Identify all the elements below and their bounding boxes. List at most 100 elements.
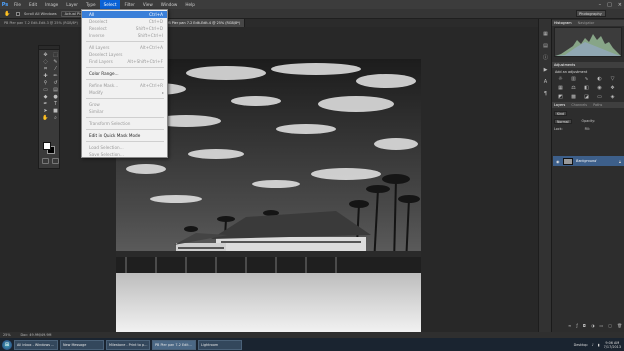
taskbar-item-milestone[interactable]: Milestone - Print to p... xyxy=(106,339,150,350)
properties-panel-icon[interactable]: ▤ xyxy=(542,43,549,50)
info-panel-icon[interactable]: ⓘ xyxy=(542,55,549,62)
menu-item-find-layers[interactable]: Find Layers Alt+Shift+Ctrl+F xyxy=(82,58,167,65)
foreground-color-swatch[interactable] xyxy=(43,142,51,150)
close-icon[interactable]: × xyxy=(618,2,622,8)
link-icon[interactable]: ∞ xyxy=(568,323,571,328)
shape-tool-icon[interactable]: ■ xyxy=(51,108,60,114)
menu-image[interactable]: Image xyxy=(41,0,62,9)
path-selection-tool-icon[interactable]: ➤ xyxy=(41,108,50,114)
desktop-toolbar-label[interactable]: Desktop xyxy=(574,343,588,347)
healing-brush-tool-icon[interactable]: ✚ xyxy=(41,73,50,79)
taskbar-item-photoshop[interactable]: PB Pier pan 7-2 Edit... xyxy=(152,339,196,350)
photo-filter-icon[interactable]: ◉ xyxy=(595,85,604,92)
adjustment-layer-icon[interactable]: ◑ xyxy=(591,323,595,328)
menu-item-grow[interactable]: Grow xyxy=(82,101,167,108)
tab-navigator[interactable]: Navigator xyxy=(578,21,595,25)
volume-icon[interactable]: ♪ xyxy=(592,343,594,347)
eraser-tool-icon[interactable]: ▭ xyxy=(41,87,50,93)
type-tool-icon[interactable]: T xyxy=(51,101,60,107)
menu-item-reselect[interactable]: Reselect Shift+Ctrl+D xyxy=(82,25,167,32)
curves-icon[interactable]: ∿ xyxy=(582,76,591,83)
character-panel-icon[interactable]: A xyxy=(542,79,549,86)
tab-histogram[interactable]: Histogram xyxy=(554,21,572,25)
gradient-map-icon[interactable]: ▭ xyxy=(595,94,604,101)
selective-color-icon[interactable]: ◈ xyxy=(608,94,617,101)
hand-tool-icon[interactable]: ✋ xyxy=(41,115,50,121)
photoshop-logo-icon[interactable]: Ps xyxy=(0,0,10,9)
eyedropper-tool-icon[interactable]: ⁄ xyxy=(51,66,60,72)
menu-item-modify[interactable]: Modify ▸ xyxy=(82,89,167,96)
menu-item-similar[interactable]: Similar xyxy=(82,108,167,115)
folder-icon[interactable]: ▭ xyxy=(599,323,603,328)
menu-file[interactable]: File xyxy=(10,0,25,9)
menu-filter[interactable]: Filter xyxy=(120,0,138,9)
menu-item-deselect-layers[interactable]: Deselect Layers xyxy=(82,51,167,58)
menu-window[interactable]: Window xyxy=(157,0,182,9)
history-panel-icon[interactable]: ▦ xyxy=(542,31,549,38)
lasso-tool-icon[interactable]: ◌ xyxy=(41,59,50,65)
blend-mode-select[interactable]: Normal xyxy=(554,118,572,124)
menu-select[interactable]: Select xyxy=(99,0,121,9)
tab-document-3[interactable]: PB Pier pan 7-2 Edit-Edit-4 @ 25% (RGB/8… xyxy=(162,19,246,27)
menu-item-inverse[interactable]: Inverse Shift+Ctrl+I xyxy=(82,32,167,39)
clock[interactable]: 9:06 AM 7/17/2013 xyxy=(604,341,621,349)
screen-mode-icon[interactable] xyxy=(52,158,59,164)
fx-icon[interactable]: ƒ xyxy=(576,323,577,328)
clone-stamp-tool-icon[interactable]: ⚲ xyxy=(41,80,50,86)
menu-item-transform-selection[interactable]: Transform Selection xyxy=(82,120,167,127)
tab-adjustments[interactable]: Adjustments xyxy=(554,63,575,67)
gradient-tool-icon[interactable]: ▤ xyxy=(51,87,60,93)
hand-tool-icon[interactable]: ✋ xyxy=(3,11,12,17)
workspace-select[interactable]: Photography xyxy=(576,10,606,17)
menu-layer[interactable]: Layer xyxy=(62,0,82,9)
menu-view[interactable]: View xyxy=(139,0,157,9)
network-icon[interactable]: ▮ xyxy=(598,343,600,347)
taskbar-item-new-message[interactable]: New Message xyxy=(60,339,104,350)
menu-item-load-selection[interactable]: Load Selection... xyxy=(82,144,167,151)
brightness-contrast-icon[interactable]: ☼ xyxy=(556,76,565,83)
blur-tool-icon[interactable]: ◆ xyxy=(41,94,50,100)
exposure-icon[interactable]: ◐ xyxy=(595,76,604,83)
layer-row-background[interactable]: ◉ Background 🔒︎ xyxy=(553,156,624,166)
maximize-icon[interactable]: □ xyxy=(607,2,612,8)
start-button-icon[interactable]: ⊞ xyxy=(2,339,12,350)
move-tool-icon[interactable]: ✥ xyxy=(41,52,50,58)
tab-layers[interactable]: Layers xyxy=(554,103,565,107)
new-layer-icon[interactable]: ▢ xyxy=(608,323,612,328)
scroll-all-windows-checkbox[interactable] xyxy=(16,11,20,16)
tab-document-1[interactable]: PB Pier pan 7-2 Edit-Edit-3 @ 25% (RGB/8… xyxy=(0,19,83,27)
menu-item-refine-mask[interactable]: Refine Mask... Alt+Ctrl+R xyxy=(82,82,167,89)
taskbar-item-lightroom[interactable]: Lightroom xyxy=(198,339,242,350)
menu-type[interactable]: Type xyxy=(82,0,100,9)
menu-edit[interactable]: Edit xyxy=(25,0,41,9)
vibrance-icon[interactable]: ▽ xyxy=(608,76,617,83)
channel-mixer-icon[interactable]: ❖ xyxy=(608,85,617,92)
hue-saturation-icon[interactable]: ▦ xyxy=(556,85,565,92)
minimize-icon[interactable]: – xyxy=(599,2,602,8)
trash-icon[interactable]: 🗑︎ xyxy=(617,323,622,328)
marquee-tool-icon[interactable]: ⬚ xyxy=(51,52,60,58)
quick-select-tool-icon[interactable]: ✎ xyxy=(51,59,60,65)
menu-item-deselect[interactable]: Deselect Ctrl+D xyxy=(82,18,167,25)
black-white-icon[interactable]: ◧ xyxy=(582,85,591,92)
menu-item-all-layers[interactable]: All Layers Alt+Ctrl+A xyxy=(82,44,167,51)
tab-paths[interactable]: Paths xyxy=(593,103,602,107)
menu-item-all[interactable]: All Ctrl+A xyxy=(82,11,167,18)
color-balance-icon[interactable]: ⚖ xyxy=(569,85,578,92)
invert-icon[interactable]: ◩ xyxy=(556,94,565,101)
zoom-tool-icon[interactable]: ⌕ xyxy=(51,115,60,121)
history-brush-tool-icon[interactable]: ↺ xyxy=(51,80,60,86)
eye-icon[interactable]: ◉ xyxy=(556,159,560,164)
menu-item-save-selection[interactable]: Save Selection... xyxy=(82,151,167,158)
tab-channels[interactable]: Channels xyxy=(571,103,587,107)
menu-help[interactable]: Help xyxy=(181,0,199,9)
paragraph-panel-icon[interactable]: ¶ xyxy=(542,91,549,98)
quick-mask-icon[interactable] xyxy=(42,158,49,164)
menu-item-quick-mask[interactable]: Edit in Quick Mask Mode xyxy=(82,132,167,139)
crop-tool-icon[interactable]: ⌗ xyxy=(41,66,50,72)
layer-kind-select[interactable]: Kind xyxy=(554,110,568,116)
pen-tool-icon[interactable]: ✒ xyxy=(41,101,50,107)
brush-tool-icon[interactable]: ✏ xyxy=(51,73,60,79)
taskbar-item-mail[interactable]: All inbox - Windows ... xyxy=(14,339,58,350)
levels-icon[interactable]: ▥ xyxy=(569,76,578,83)
